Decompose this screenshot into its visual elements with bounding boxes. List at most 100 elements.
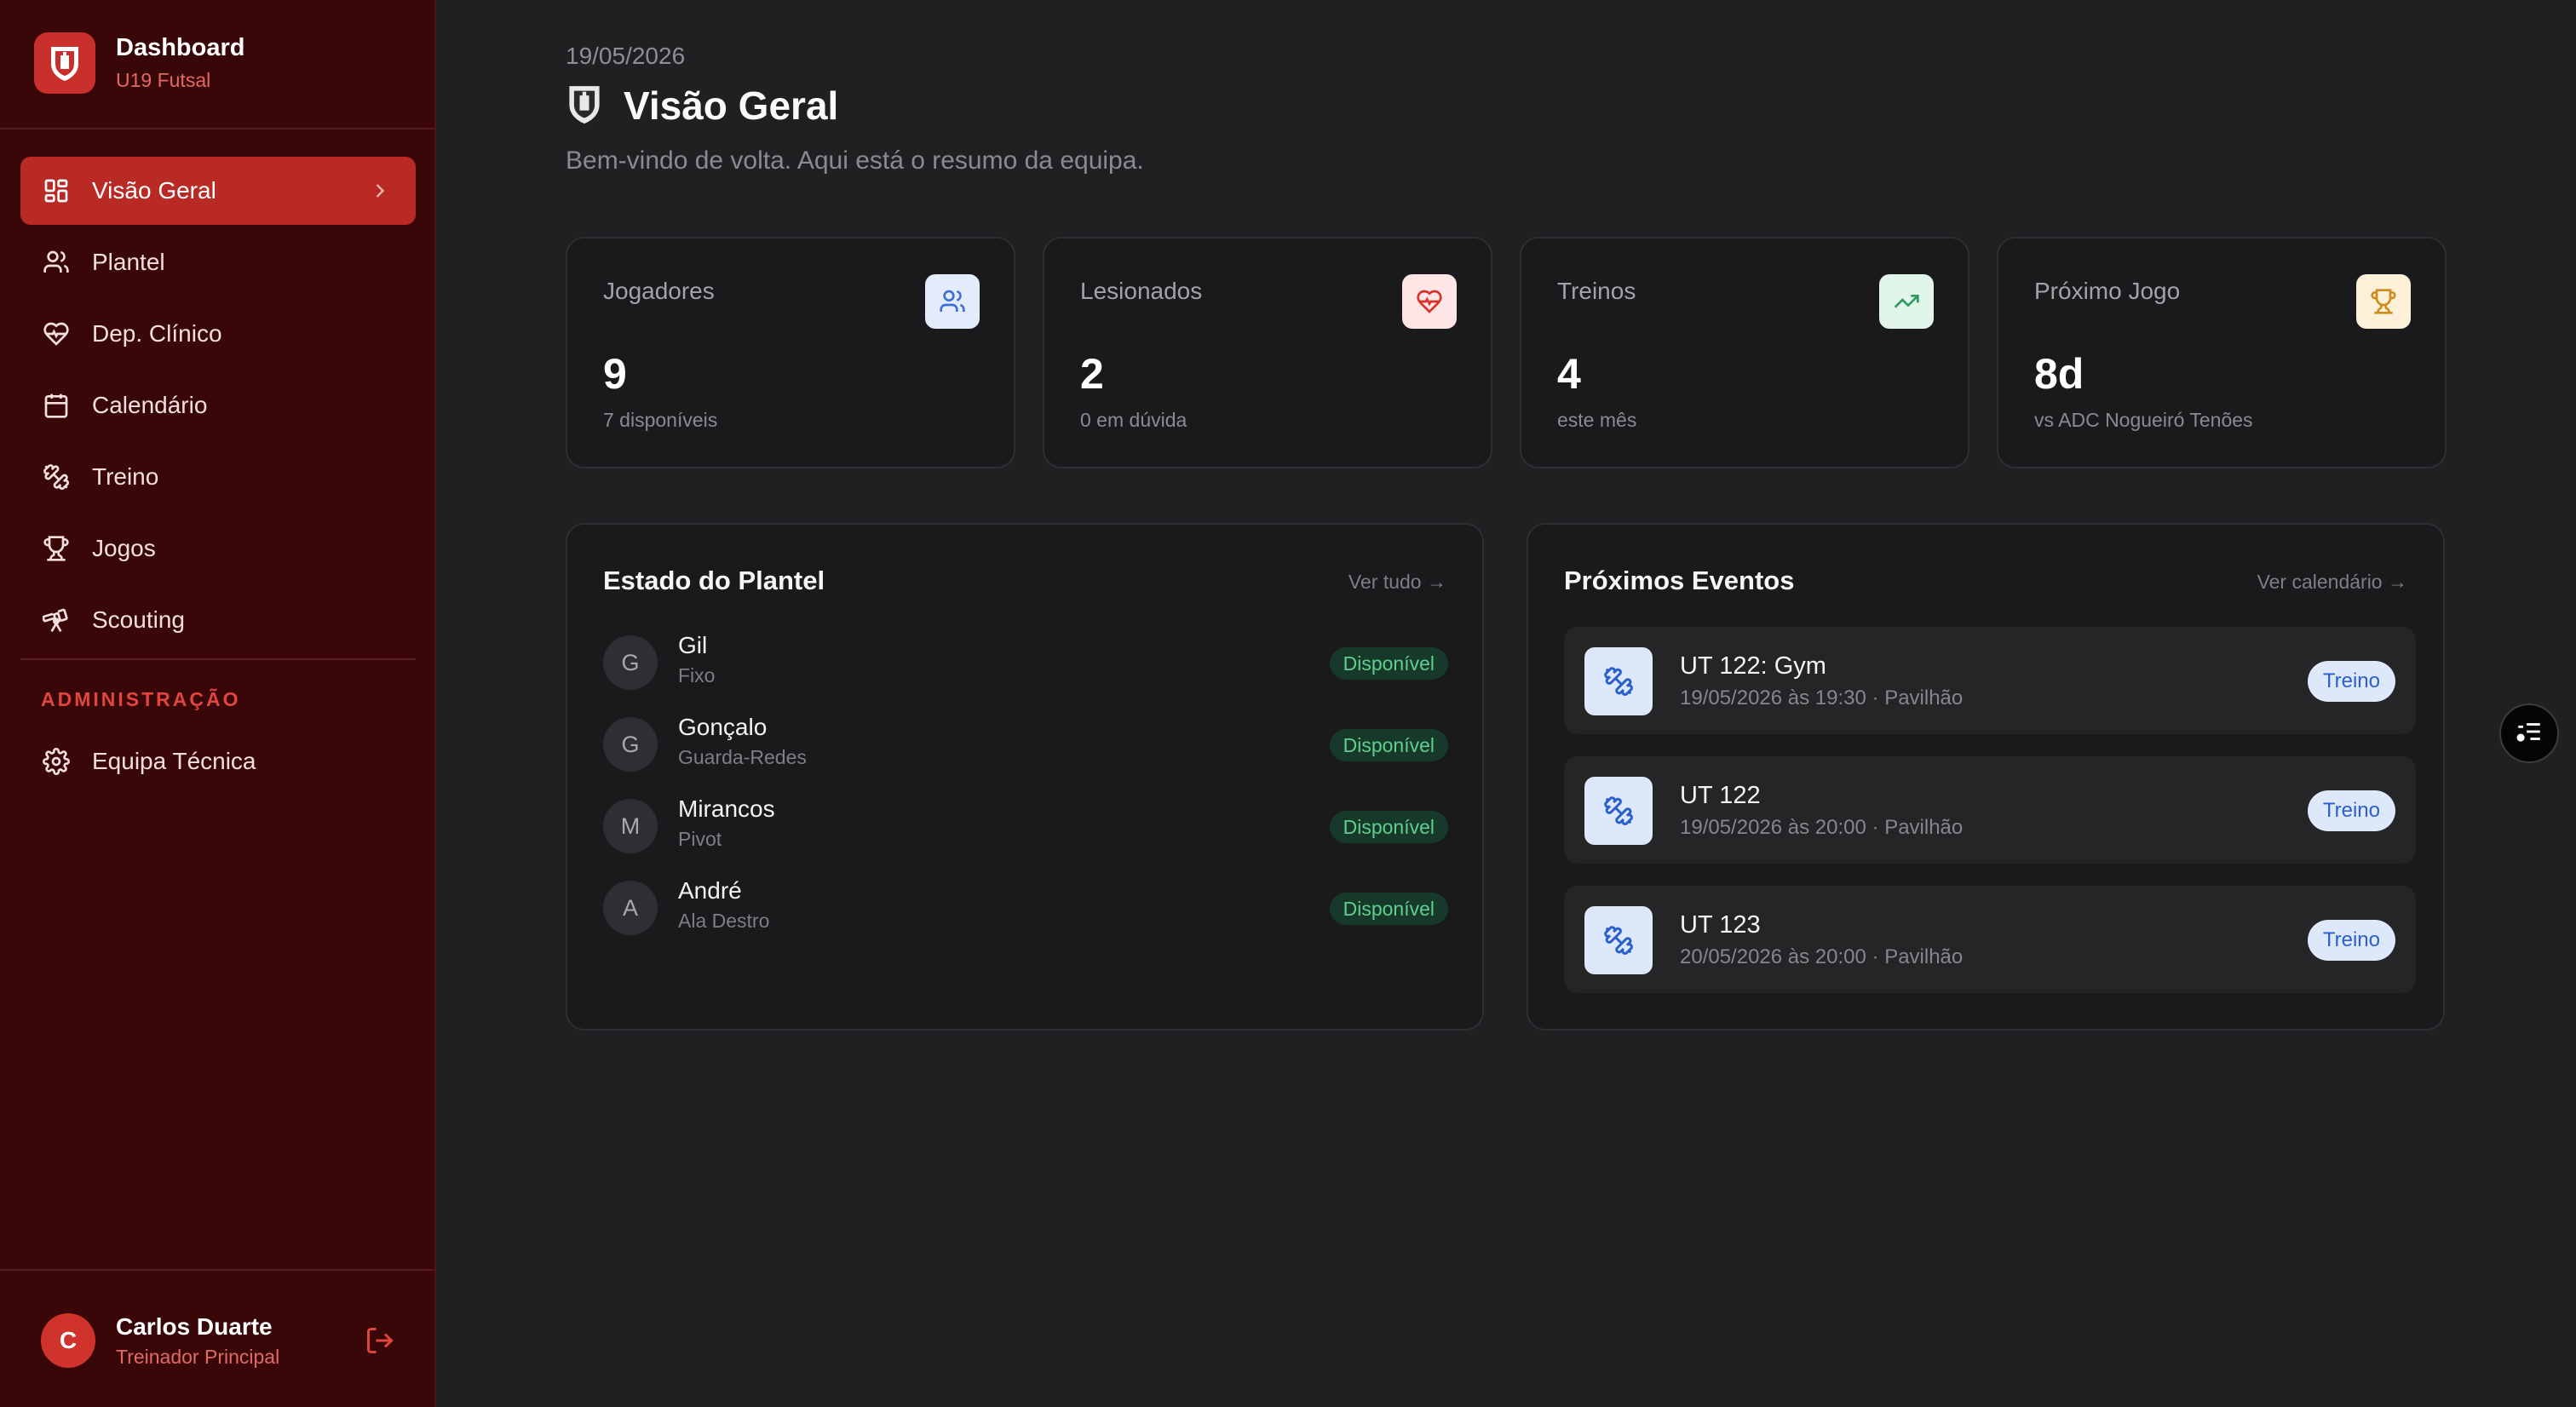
- telescope-icon: [41, 605, 72, 635]
- view-calendar-link[interactable]: Ver calendário →: [2257, 571, 2407, 594]
- stat-label: Jogadores: [603, 278, 715, 304]
- avatar: A: [603, 881, 658, 935]
- event-type-badge: Treino: [2307, 920, 2395, 961]
- club-crest-icon: [566, 82, 607, 129]
- panel-title: Estado do Plantel: [603, 566, 825, 595]
- view-all-link[interactable]: Ver tudo →: [1348, 571, 1446, 594]
- heart-pulse-icon: [41, 319, 72, 349]
- nav-item-calendario[interactable]: Calendário: [20, 371, 416, 439]
- stat-card-jogadores[interactable]: Jogadores 9 7 disponíveis: [566, 237, 1015, 468]
- player-position: Pivot: [678, 828, 722, 850]
- event-item[interactable]: UT 122 19/05/2026 às 20:00 · Pavilhão Tr…: [1564, 756, 2416, 864]
- user-role: Treinador Principal: [116, 1346, 280, 1368]
- users-icon: [925, 274, 980, 329]
- nav-item-scouting[interactable]: Scouting: [20, 586, 416, 654]
- club-crest-icon[interactable]: [34, 32, 95, 94]
- app-title: Dashboard: [116, 34, 245, 61]
- calendar-icon: [41, 390, 72, 421]
- nav-item-label: Plantel: [92, 249, 165, 275]
- stat-value: 9: [603, 350, 627, 398]
- event-details: 20/05/2026 às 20:00 · Pavilhão: [1680, 945, 1964, 968]
- avatar: G: [603, 635, 658, 690]
- user-profile: C Carlos Duarte Treinador Principal: [0, 1269, 436, 1407]
- stat-card-proximo-jogo[interactable]: Próximo Jogo 8d vs ADC Nogueiró Tenões: [1997, 237, 2447, 468]
- nav-item-equipa-tecnica[interactable]: Equipa Técnica: [20, 727, 416, 795]
- page-title: Visão Geral: [624, 83, 839, 128]
- trending-up-icon: [1879, 274, 1934, 329]
- avatar: G: [603, 717, 658, 772]
- sidebar: Dashboard U19 Futsal Visão Geral Plantel…: [0, 0, 436, 1407]
- list-item[interactable]: G Gonçalo Guarda-Redes Disponível: [603, 709, 1448, 778]
- nav-item-label: Equipa Técnica: [92, 748, 256, 774]
- stat-value: 4: [1557, 350, 1581, 398]
- status-badge: Disponível: [1329, 811, 1448, 843]
- list-settings-icon: [2515, 717, 2544, 750]
- event-item[interactable]: UT 122: Gym 19/05/2026 às 19:30 · Pavilh…: [1564, 627, 2416, 734]
- nav-item-plantel[interactable]: Plantel: [20, 228, 416, 296]
- logout-icon[interactable]: [365, 1325, 395, 1356]
- gear-icon: [41, 746, 72, 777]
- upcoming-events-panel: Próximos Eventos Ver calendário → UT 122…: [1527, 523, 2445, 1031]
- users-icon: [41, 247, 72, 278]
- event-details: 19/05/2026 às 19:30 · Pavilhão: [1680, 686, 1964, 709]
- nav-item-jogos[interactable]: Jogos: [20, 514, 416, 583]
- page-subtitle: Bem-vindo de volta. Aqui está o resumo d…: [566, 146, 1144, 175]
- nav-item-label: Dep. Clínico: [92, 320, 222, 347]
- nav-item-dep-clinico[interactable]: Dep. Clínico: [20, 300, 416, 368]
- player-name: André: [678, 877, 742, 904]
- grid-icon: [41, 175, 72, 206]
- trophy-icon: [2356, 274, 2411, 329]
- avatar[interactable]: C: [41, 1313, 95, 1368]
- list-item[interactable]: G Gil Fixo Disponível: [603, 627, 1448, 697]
- stat-label: Próximo Jogo: [2034, 278, 2181, 304]
- nav-divider: [20, 658, 416, 660]
- stat-card-treinos[interactable]: Treinos 4 este mês: [1520, 237, 1969, 468]
- stat-note: este mês: [1557, 409, 1637, 431]
- brand-header: Dashboard U19 Futsal: [0, 0, 436, 129]
- admin-nav: Equipa Técnica: [20, 727, 416, 799]
- stat-value: 2: [1080, 350, 1104, 398]
- panel-title: Próximos Eventos: [1564, 566, 1795, 595]
- admin-section-heading: ADMINISTRAÇÃO: [41, 688, 241, 710]
- dumbbell-icon: [1584, 777, 1653, 845]
- current-date: 19/05/2026: [566, 43, 686, 69]
- stat-card-lesionados[interactable]: Lesionados 2 0 em dúvida: [1043, 237, 1492, 468]
- event-item[interactable]: UT 123 20/05/2026 às 20:00 · Pavilhão Tr…: [1564, 886, 2416, 993]
- list-item[interactable]: M Mirancos Pivot Disponível: [603, 790, 1448, 860]
- team-name: U19 Futsal: [116, 69, 211, 91]
- stat-note: vs ADC Nogueiró Tenões: [2034, 409, 2253, 431]
- status-badge: Disponível: [1329, 729, 1448, 761]
- user-name: Carlos Duarte: [116, 1313, 273, 1340]
- main-nav: Visão Geral Plantel Dep. Clínico Calendá…: [20, 157, 416, 658]
- player-position: Ala Destro: [678, 910, 770, 932]
- status-badge: Disponível: [1329, 647, 1448, 680]
- stat-note: 7 disponíveis: [603, 409, 718, 431]
- stat-note: 0 em dúvida: [1080, 409, 1187, 431]
- player-name: Mirancos: [678, 795, 775, 822]
- nav-item-treino[interactable]: Treino: [20, 443, 416, 511]
- nav-item-label: Jogos: [92, 535, 156, 561]
- player-position: Guarda-Redes: [678, 746, 807, 768]
- player-name: Gonçalo: [678, 714, 768, 740]
- event-title: UT 122: Gym: [1680, 652, 1826, 680]
- status-badge: Disponível: [1329, 893, 1448, 925]
- dumbbell-icon: [1584, 906, 1653, 974]
- list-item[interactable]: A André Ala Destro Disponível: [603, 872, 1448, 942]
- avatar: M: [603, 799, 658, 853]
- heart-pulse-icon: [1402, 274, 1457, 329]
- nav-item-label: Calendário: [92, 392, 208, 418]
- nav-item-label: Scouting: [92, 606, 185, 633]
- floating-menu-button[interactable]: [2499, 704, 2559, 763]
- nav-item-label: Treino: [92, 463, 159, 490]
- player-name: Gil: [678, 632, 708, 658]
- squad-status-panel: Estado do Plantel Ver tudo → G Gil Fixo …: [566, 523, 1484, 1031]
- trophy-icon: [41, 533, 72, 564]
- nav-item-label: Visão Geral: [92, 177, 216, 204]
- event-title: UT 122: [1680, 782, 1761, 809]
- nav-item-visao-geral[interactable]: Visão Geral: [20, 157, 416, 225]
- chevron-right-icon: [368, 179, 392, 207]
- event-title: UT 123: [1680, 911, 1761, 939]
- event-type-badge: Treino: [2307, 790, 2395, 831]
- stat-label: Treinos: [1557, 278, 1636, 304]
- player-position: Fixo: [678, 664, 716, 686]
